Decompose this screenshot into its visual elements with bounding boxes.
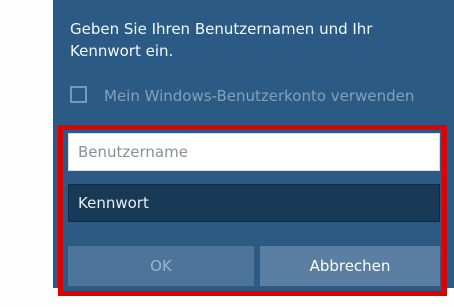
username-field[interactable]: Benutzername <box>68 133 440 171</box>
password-field[interactable]: Kennwort <box>68 184 440 222</box>
ok-button[interactable]: OK <box>68 246 254 286</box>
cancel-button[interactable]: Abbrechen <box>260 246 440 286</box>
use-windows-account-option[interactable]: Mein Windows-Benutzerkonto verwenden <box>70 86 430 126</box>
use-windows-account-label: Mein Windows-Benutzerkonto verwenden <box>104 87 415 105</box>
credentials-prompt: Geben Sie Ihren Benutzernamen und Ihr Ke… <box>70 20 373 60</box>
use-windows-account-checkbox[interactable] <box>70 86 87 103</box>
